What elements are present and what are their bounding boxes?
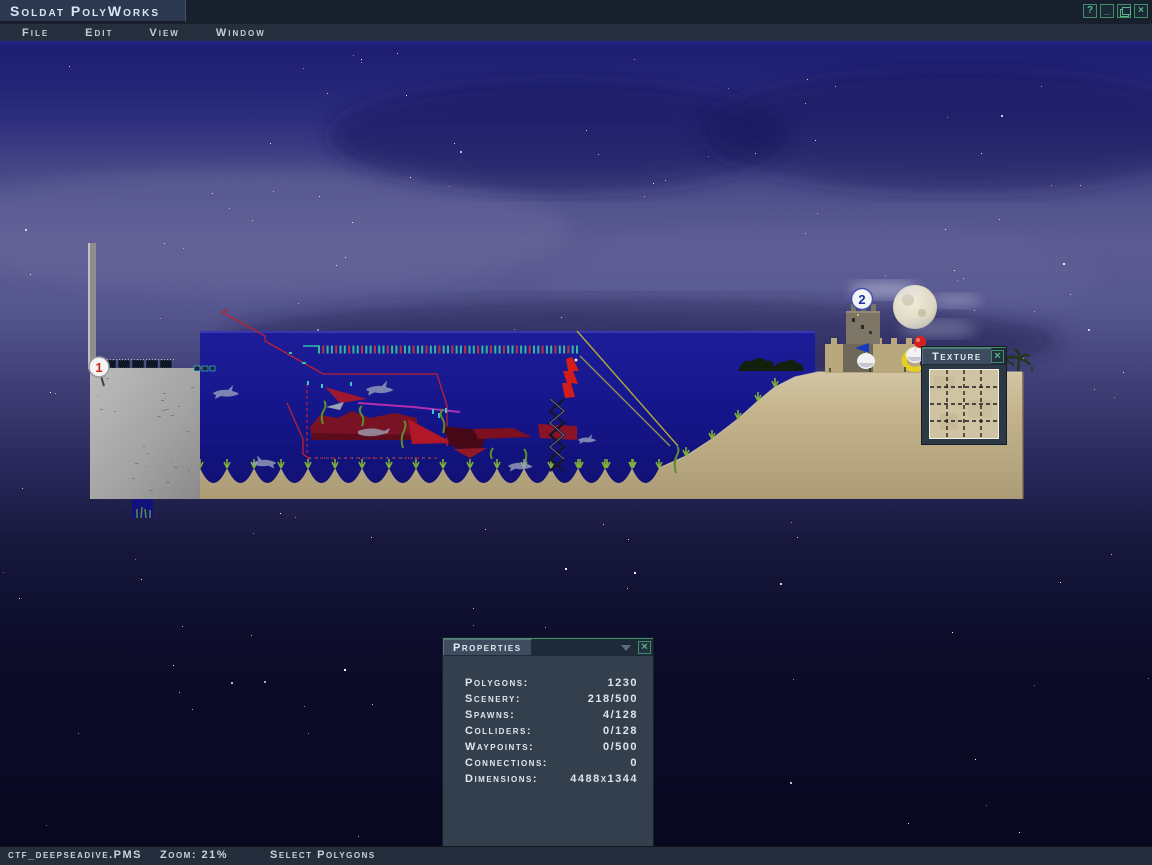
maximize-icon bbox=[1120, 9, 1129, 17]
prop-label: Dimensions: bbox=[465, 773, 538, 785]
status-zoom: Zoom: 21% bbox=[160, 849, 228, 861]
app-title: Soldat PolyWorks bbox=[10, 3, 160, 19]
prop-value: 0/500 bbox=[603, 741, 638, 753]
dock-scenery bbox=[194, 366, 215, 371]
texture-panel-title: Texture bbox=[932, 351, 982, 363]
prop-label: Connections: bbox=[465, 757, 548, 769]
properties-panel-title: Properties bbox=[453, 642, 522, 654]
prop-value: 4/128 bbox=[603, 709, 638, 721]
prop-row-spawns: Spawns: 4/128 bbox=[443, 707, 653, 723]
texture-preview[interactable] bbox=[929, 369, 999, 439]
texture-panel-tab: Texture bbox=[922, 348, 992, 365]
menu-file[interactable]: File bbox=[8, 27, 63, 39]
prop-label: Colliders: bbox=[465, 725, 532, 737]
prop-label: Scenery: bbox=[465, 693, 521, 705]
properties-panel-tab: Properties bbox=[443, 639, 532, 656]
svg-text:2: 2 bbox=[858, 292, 865, 307]
prop-row-dimensions: Dimensions: 4488x1344 bbox=[443, 771, 653, 787]
prop-value: 0 bbox=[630, 757, 638, 769]
prop-value: 218/500 bbox=[588, 693, 638, 705]
map-right-edge bbox=[1022, 372, 1024, 499]
texture-panel[interactable]: Texture × bbox=[922, 347, 1006, 444]
prop-value: 4488x1344 bbox=[570, 773, 638, 785]
svg-text:1: 1 bbox=[95, 360, 102, 375]
status-mode: Select Polygons bbox=[270, 849, 376, 861]
texture-close-button[interactable]: × bbox=[991, 350, 1004, 363]
properties-close-button[interactable]: × bbox=[638, 641, 651, 654]
prop-label: Waypoints: bbox=[465, 741, 534, 753]
prop-label: Spawns: bbox=[465, 709, 515, 721]
marker-2[interactable]: 2 bbox=[852, 289, 873, 310]
menu-window[interactable]: Window bbox=[202, 27, 280, 39]
prop-label: Polygons: bbox=[465, 677, 529, 689]
maximize-button[interactable] bbox=[1117, 4, 1131, 18]
status-bar: ctf_deepseadive.PMS Zoom: 21% Select Pol… bbox=[0, 846, 1152, 865]
menu-edit[interactable]: Edit bbox=[71, 27, 127, 39]
properties-panel-titlebar[interactable]: Properties × bbox=[443, 639, 653, 656]
close-button[interactable]: × bbox=[1134, 4, 1148, 18]
menu-bar: File Edit View Window bbox=[0, 24, 1152, 41]
status-filename: ctf_deepseadive.PMS bbox=[8, 849, 142, 861]
texture-panel-titlebar[interactable]: Texture × bbox=[922, 348, 1006, 365]
prop-row-scenery: Scenery: 218/500 bbox=[443, 691, 653, 707]
collapse-icon[interactable] bbox=[621, 645, 631, 651]
prop-row-waypoints: Waypoints: 0/500 bbox=[443, 739, 653, 755]
help-button[interactable]: ? bbox=[1083, 4, 1097, 18]
texture-grid bbox=[930, 370, 998, 438]
prop-row-connections: Connections: 0 bbox=[443, 755, 653, 771]
properties-body: Polygons: 1230 Scenery: 218/500 Spawns: … bbox=[443, 656, 653, 846]
fence bbox=[104, 360, 174, 369]
title-bar[interactable]: Soldat PolyWorks ? _ × bbox=[0, 0, 1152, 24]
menu-view[interactable]: View bbox=[135, 27, 193, 39]
prop-row-colliders: Colliders: 0/128 bbox=[443, 723, 653, 739]
prop-value: 0/128 bbox=[603, 725, 638, 737]
properties-panel[interactable]: Properties × Polygons: 1230 Scenery: 218… bbox=[443, 638, 653, 846]
prop-value: 1230 bbox=[608, 677, 638, 689]
app-title-tab: Soldat PolyWorks bbox=[0, 0, 186, 22]
minimize-button[interactable]: _ bbox=[1100, 4, 1114, 18]
prop-row-polygons: Polygons: 1230 bbox=[443, 675, 653, 691]
